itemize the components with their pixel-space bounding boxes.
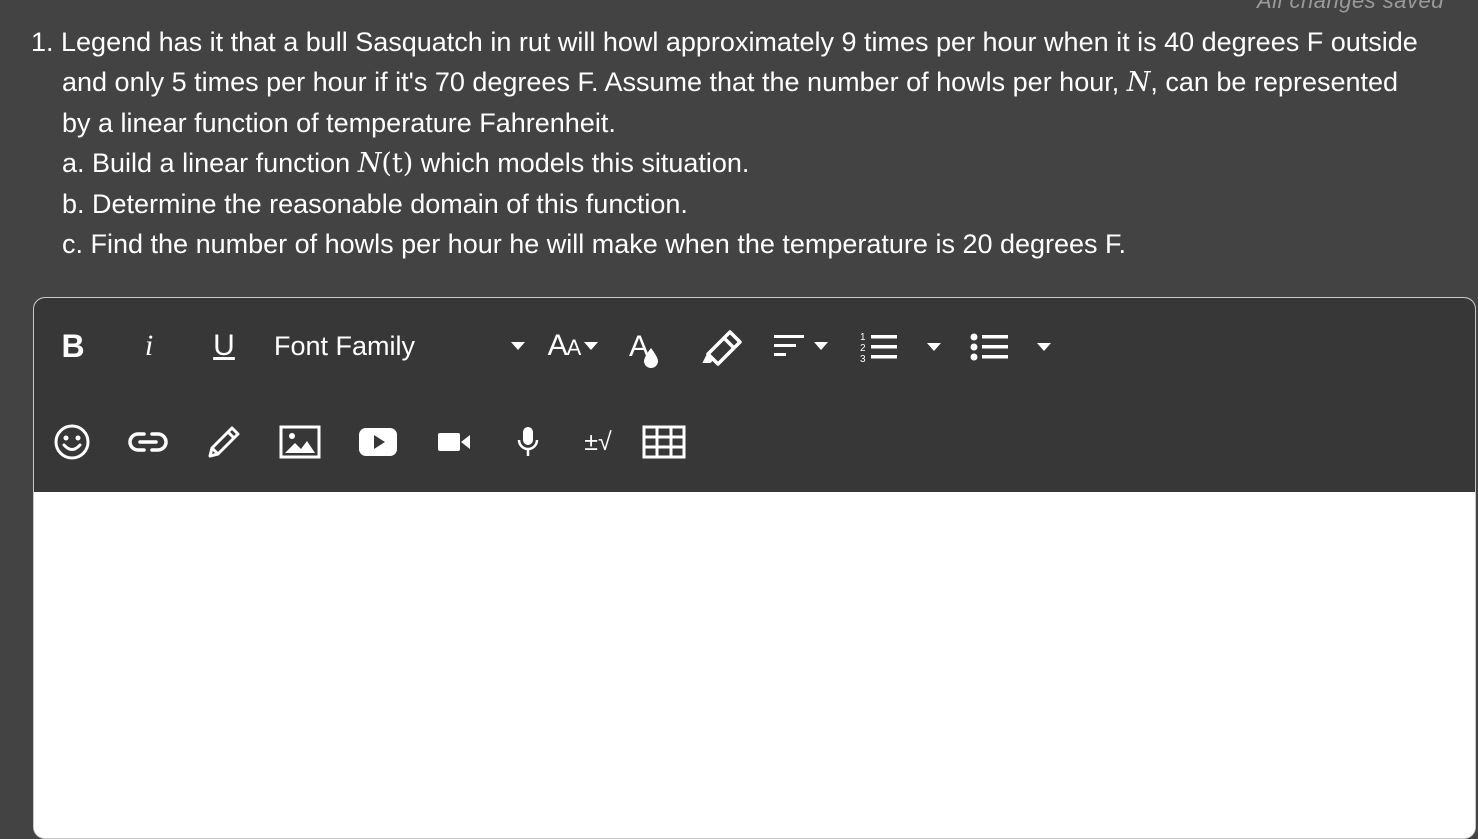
rich-text-editor: B i U Font Family AA A 1 2 3 ±√ <box>33 297 1476 839</box>
bullet-list-caret-icon <box>1037 343 1051 351</box>
bullet-list-button[interactable] <box>960 328 1060 366</box>
emoji-icon <box>54 424 90 460</box>
italic-button[interactable]: i <box>134 326 164 366</box>
video-icon <box>438 433 470 451</box>
numbered-list-caret-icon <box>927 343 941 351</box>
draw-button[interactable] <box>204 422 244 462</box>
text-color-button[interactable]: A <box>627 326 663 370</box>
numbered-list-button[interactable]: 1 2 3 <box>850 328 950 366</box>
part-a-end: which models this situation. <box>413 148 750 178</box>
svg-text:3: 3 <box>860 354 866 365</box>
part-a-text: a. Build a linear function <box>62 148 358 178</box>
image-button[interactable] <box>278 422 322 462</box>
part-a: a. Build a linear function N(t) which mo… <box>31 143 1471 184</box>
text-color-icon: A <box>629 330 658 368</box>
svg-text:1: 1 <box>860 332 866 343</box>
question-line-1: 1. Legend has it that a bull Sasquatch i… <box>31 27 1418 57</box>
math-icon: ±√ <box>584 427 612 456</box>
font-size-caret-icon <box>584 342 599 350</box>
table-icon <box>642 425 686 459</box>
question-line-2-text: and only 5 times per hour if it's 70 deg… <box>62 67 1127 97</box>
font-family-caret-icon[interactable] <box>510 336 526 356</box>
align-icon <box>774 335 804 356</box>
variable-n: N <box>1126 67 1151 98</box>
pencil-icon <box>208 426 240 458</box>
font-family-label: Font Family <box>274 330 416 361</box>
question-line-2-end: , can be represented <box>1150 67 1399 97</box>
highlighter-button[interactable] <box>700 328 742 368</box>
youtube-button[interactable] <box>356 422 400 462</box>
question-text: 1. Legend has it that a bull Sasquatch i… <box>31 22 1471 264</box>
part-b: b. Determine the reasonable domain of th… <box>62 189 688 219</box>
bullet-list-icon <box>970 333 1008 361</box>
question-line-2: and only 5 times per hour if it's 70 deg… <box>31 62 1471 103</box>
image-icon <box>279 425 321 459</box>
part-c: c. Find the number of howls per hour he … <box>62 229 1127 259</box>
link-button[interactable] <box>126 422 170 462</box>
editor-toolbar: B i U Font Family AA A 1 2 3 ±√ <box>34 298 1475 492</box>
record-audio-button[interactable] <box>510 422 546 462</box>
font-size-button[interactable]: AA <box>537 326 609 366</box>
math-button[interactable]: ±√ <box>576 422 620 462</box>
question-line-3: by a linear function of temperature Fahr… <box>62 108 616 138</box>
align-caret-icon <box>814 342 828 350</box>
highlighter-icon <box>702 330 742 366</box>
youtube-icon <box>359 428 397 456</box>
save-status: All changes saved <box>1256 0 1444 13</box>
function-arg: (t) <box>381 148 414 179</box>
link-icon <box>128 432 168 452</box>
function-name: N <box>357 148 382 179</box>
font-size-icon: AA <box>547 329 582 362</box>
underline-button[interactable]: U <box>206 326 242 366</box>
function-n-of-t: N(t) <box>358 148 414 179</box>
align-button[interactable] <box>767 328 833 364</box>
microphone-icon <box>517 427 539 456</box>
font-family-dropdown[interactable]: Font Family <box>274 326 534 366</box>
video-button[interactable] <box>434 422 474 462</box>
numbered-list-icon: 1 2 3 <box>860 332 897 365</box>
bold-button[interactable]: B <box>56 326 90 366</box>
emoji-button[interactable] <box>52 422 92 462</box>
editor-content-area[interactable] <box>34 492 1475 838</box>
svg-text:2: 2 <box>860 343 866 354</box>
table-button[interactable] <box>640 422 688 462</box>
